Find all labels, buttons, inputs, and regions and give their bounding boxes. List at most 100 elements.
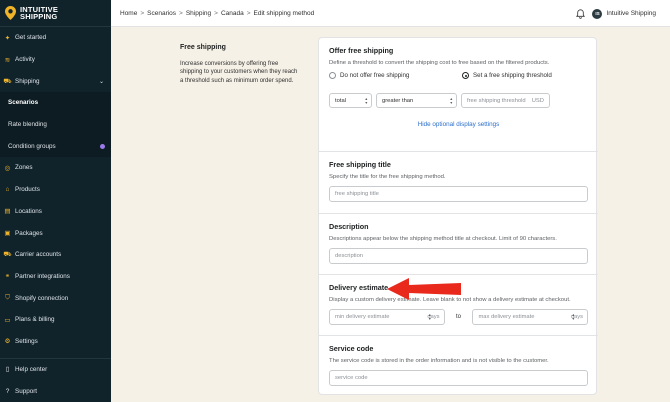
service-help: The service code is stored in the order …: [329, 358, 549, 364]
description-help: Descriptions appear below the shipping m…: [329, 236, 557, 242]
book-icon: ▯: [5, 366, 10, 374]
gear-icon: ⚙: [4, 338, 11, 346]
sidebar-item-label: Help center: [15, 365, 48, 373]
sidebar-item-settings[interactable]: ⚙ Settings: [0, 331, 111, 353]
sidebar-footer: ▯ Help center ? Support: [0, 357, 111, 402]
sidebar-item-partner-integrations[interactable]: ⚭ Partner integrations: [0, 266, 111, 288]
breadcrumb-current: Edit shipping method: [253, 9, 315, 17]
breadcrumb-shipping[interactable]: Shipping: [186, 10, 211, 17]
service-code-input[interactable]: service code: [329, 370, 588, 386]
sidebar-item-label: Plans & billing: [15, 316, 55, 324]
free-shipping-description: Free shipping Increase conversions by of…: [180, 44, 298, 85]
sidebar-item-label: Shipping: [15, 77, 40, 85]
sidebar-item-help-center[interactable]: ▯ Help center: [0, 359, 111, 381]
sidebar-item-rate-blending[interactable]: Rate blending: [0, 113, 111, 136]
sidebar-item-activity[interactable]: ≋ Activity: [0, 49, 111, 71]
store-name: Intuitive Shipping: [606, 10, 656, 17]
operator-select[interactable]: greater than ▲ ▼: [376, 93, 457, 108]
stepper-arrows-icon[interactable]: ▲ ▼: [571, 313, 575, 321]
breadcrumb-canada[interactable]: Canada: [221, 10, 244, 17]
sidebar-item-plans-billing[interactable]: ▭ Plans & billing: [0, 309, 111, 331]
radio-label: Do not offer free shipping: [340, 72, 410, 79]
sidebar-item-label: Locations: [15, 207, 42, 215]
app-logo[interactable]: INTUITIVE SHIPPING: [0, 0, 111, 27]
sidebar: INTUITIVE SHIPPING ✦ Get started ≋ Activ…: [0, 0, 111, 402]
select-arrows-icon: ▲ ▼: [449, 97, 453, 105]
sidebar-item-shipping[interactable]: ⛟ Shipping ⌄: [0, 70, 111, 92]
sidebar-item-label: Condition groups: [8, 142, 56, 150]
max-delivery-input[interactable]: max delivery estimate days ▲ ▼: [472, 309, 588, 325]
sidebar-item-label: Support: [15, 387, 38, 395]
sidebar-item-label: Carrier accounts: [15, 251, 62, 259]
service-code-section: Service code The service code is stored …: [319, 344, 598, 386]
offer-title: Offer free shipping: [329, 46, 394, 55]
offer-help: Define a threshold to convert the shippi…: [329, 60, 550, 66]
sidebar-item-label: Partner integrations: [15, 272, 70, 280]
truck-icon: ⛟: [3, 251, 12, 259]
sidebar-item-zones[interactable]: ◎ Zones: [0, 157, 111, 179]
package-icon: ▣: [4, 230, 11, 238]
sidebar-item-label: Packages: [15, 229, 43, 237]
min-delivery-input[interactable]: min delivery estimate days ▲ ▼: [329, 309, 445, 325]
avatar: IS: [592, 8, 603, 19]
sidebar-item-support[interactable]: ? Support: [0, 380, 111, 402]
sidebar-item-condition-groups[interactable]: Condition groups: [0, 135, 111, 158]
sidebar-item-carrier-accounts[interactable]: ⛟ Carrier accounts: [0, 244, 111, 266]
building-icon: ▤: [4, 208, 11, 216]
status-badge: [100, 143, 105, 149]
breadcrumb: Home > Scenarios > Shipping > Canada > E…: [120, 9, 315, 17]
sidebar-item-label: Shopify connection: [15, 294, 69, 302]
tag-icon: ⌂: [5, 186, 10, 194]
range-separator: to: [455, 314, 461, 320]
sidebar-item-label: Settings: [15, 337, 38, 345]
free-shipping-title-input[interactable]: free shipping title: [329, 186, 588, 202]
radio-label: Set a free shipping threshold: [473, 72, 552, 79]
description-heading: Description: [329, 222, 369, 231]
section-title: Free shipping: [180, 44, 226, 51]
free-shipping-card: Offer free shipping Define a threshold t…: [318, 37, 598, 395]
threshold-input[interactable]: free shipping threshold USD: [461, 93, 550, 108]
chevron-down-icon: ⌄: [98, 78, 104, 85]
sidebar-item-label: Get started: [15, 34, 47, 42]
account-menu[interactable]: IS Intuitive Shipping: [592, 8, 656, 19]
hide-optional-settings-link[interactable]: Hide optional display settings: [329, 121, 588, 128]
radio-circle: [329, 72, 336, 79]
sidebar-item-get-started[interactable]: ✦ Get started: [0, 27, 111, 49]
section-text: Increase conversions by offering free sh…: [180, 61, 298, 84]
title-section-help: Specify the title for the free shipping …: [329, 174, 446, 180]
divider: [319, 274, 598, 275]
sparkle-icon: ✦: [4, 34, 11, 42]
breadcrumb-scenarios[interactable]: Scenarios: [147, 10, 176, 17]
sidebar-item-locations[interactable]: ▤ Locations: [0, 201, 111, 223]
radio-circle-selected: [462, 72, 469, 79]
offer-free-shipping-section: Offer free shipping Define a threshold t…: [319, 46, 598, 128]
sidebar-item-shopify-connection[interactable]: ⛉ Shopify connection: [0, 287, 111, 309]
divider: [319, 151, 598, 152]
free-shipping-title-section: Free shipping title Specify the title fo…: [319, 160, 598, 202]
logo-pin-icon: [5, 6, 16, 20]
breadcrumb-home[interactable]: Home: [120, 10, 137, 17]
globe-icon: ◎: [4, 164, 11, 172]
sidebar-item-label: Activity: [15, 56, 35, 64]
currency-suffix: USD: [531, 97, 544, 104]
stepper-arrows-icon[interactable]: ▲ ▼: [428, 313, 432, 321]
sidebar-item-label: Rate blending: [8, 121, 47, 129]
activity-icon: ≋: [4, 56, 11, 64]
top-bar: Home > Scenarios > Shipping > Canada > E…: [111, 0, 670, 27]
description-section: Description Descriptions appear below th…: [319, 222, 598, 264]
radio-set-threshold[interactable]: Set a free shipping threshold: [462, 72, 552, 79]
description-input[interactable]: description: [329, 248, 588, 264]
bell-icon[interactable]: [576, 8, 586, 19]
user-area: IS Intuitive Shipping: [576, 0, 656, 27]
sidebar-item-products[interactable]: ⌂ Products: [0, 179, 111, 201]
logo-text: INTUITIVE SHIPPING: [20, 4, 59, 21]
service-heading: Service code: [329, 344, 374, 353]
sidebar-item-packages[interactable]: ▣ Packages: [0, 222, 111, 244]
metric-select[interactable]: total ▲ ▼: [329, 93, 372, 108]
sidebar-item-label: Zones: [15, 164, 33, 172]
divider: [319, 213, 598, 214]
truck-icon: ⛟: [3, 77, 12, 85]
integrations-icon: ⚭: [4, 273, 11, 281]
radio-no-free-shipping[interactable]: Do not offer free shipping: [329, 72, 462, 79]
sidebar-item-scenarios[interactable]: Scenarios: [0, 92, 111, 114]
